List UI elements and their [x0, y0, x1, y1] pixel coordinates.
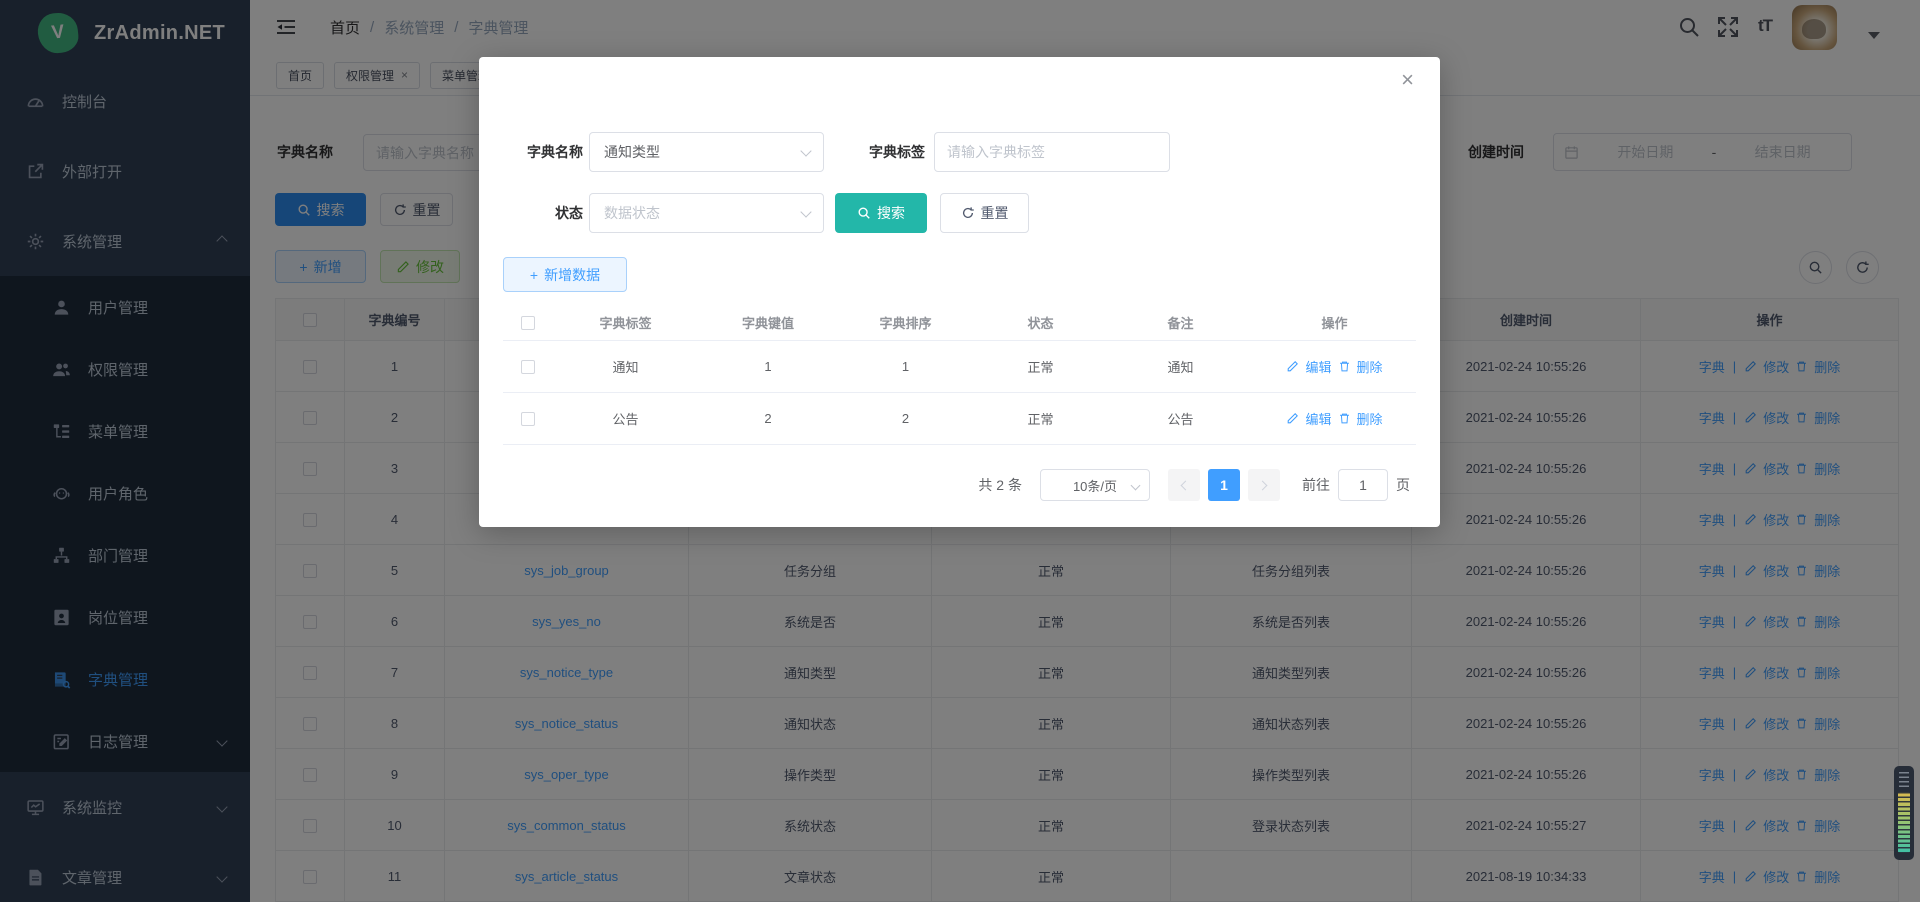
- pencil-icon: [1286, 360, 1299, 373]
- dict-sort-cell: 1: [838, 340, 973, 392]
- col-actions: 操作: [1253, 305, 1416, 340]
- col-dict-value: 字典键值: [698, 305, 838, 340]
- dict-value-cell: 2: [698, 392, 838, 444]
- next-page-button[interactable]: [1248, 469, 1280, 501]
- select-all-header: [503, 305, 553, 340]
- dialog-dict-label-input[interactable]: [934, 132, 1170, 172]
- chevron-right-icon: [1258, 480, 1268, 490]
- dialog-table-header-row: 字典标签 字典键值 字典排序 状态 备注 操作: [503, 305, 1416, 340]
- app-root: V ZrAdmin.NET 控制台 外部打开 系统管理 用户管理: [0, 0, 1920, 902]
- pagination-total: 共 2 条: [978, 475, 1022, 495]
- search-icon: [857, 206, 871, 220]
- dialog-search-label: 搜索: [877, 203, 905, 223]
- selected-value: 通知类型: [604, 142, 660, 162]
- row-checkbox[interactable]: [521, 412, 535, 426]
- scroll-indicator-stripes: [1898, 792, 1910, 853]
- scroll-indicator-dashes: [1899, 772, 1909, 788]
- page-size-value: 10条/页: [1073, 476, 1117, 495]
- scroll-indicator[interactable]: [1894, 766, 1914, 860]
- trash-icon: [1338, 360, 1351, 373]
- dialog-table-row: 通知 1 1 正常 通知 编辑 删除: [503, 340, 1416, 392]
- dialog-status-label: 状态: [503, 193, 583, 233]
- goto-page-input[interactable]: [1338, 469, 1388, 501]
- chevron-down-icon: [1131, 481, 1141, 491]
- dict-data-dialog: × 字典名称 通知类型 字典标签 状态 数据状态 搜索 重置 + 新增数据: [479, 57, 1440, 527]
- page-unit-label: 页: [1396, 475, 1410, 495]
- dialog-table-row: 公告 2 2 正常 公告 编辑 删除: [503, 392, 1416, 444]
- chevron-down-icon: [800, 206, 811, 217]
- dict-value-cell: 1: [698, 340, 838, 392]
- dialog-add-data-button[interactable]: + 新增数据: [503, 257, 627, 292]
- row-checkbox[interactable]: [521, 360, 535, 374]
- pencil-icon: [1286, 412, 1299, 425]
- dialog-reset-button[interactable]: 重置: [940, 193, 1029, 233]
- current-page-button[interactable]: 1: [1208, 469, 1240, 501]
- page-size-select[interactable]: 10条/页: [1040, 469, 1150, 501]
- col-remark: 备注: [1108, 305, 1253, 340]
- goto-label: 前往: [1302, 475, 1330, 495]
- dialog-dict-name-select[interactable]: 通知类型: [589, 132, 824, 172]
- dialog-pagination: 共 2 条 10条/页 1 前往 页: [503, 469, 1410, 501]
- dialog-search-button[interactable]: 搜索: [835, 193, 927, 233]
- remark-cell: 公告: [1108, 392, 1253, 444]
- dialog-dict-label-label: 字典标签: [845, 132, 925, 172]
- dict-label-cell: 通知: [553, 340, 698, 392]
- status-cell: 正常: [973, 340, 1108, 392]
- close-icon[interactable]: ×: [1401, 69, 1414, 91]
- status-cell: 正常: [973, 392, 1108, 444]
- dict-sort-cell: 2: [838, 392, 973, 444]
- chevron-left-icon: [1181, 480, 1191, 490]
- col-status: 状态: [973, 305, 1108, 340]
- dialog-dict-name-label: 字典名称: [503, 132, 583, 172]
- col-dict-sort: 字典排序: [838, 305, 973, 340]
- remark-cell: 通知: [1108, 340, 1253, 392]
- select-placeholder: 数据状态: [604, 203, 660, 223]
- dialog-add-data-label: 新增数据: [544, 265, 600, 285]
- dict-data-table: 字典标签 字典键值 字典排序 状态 备注 操作 通知 1 1 正常 通知 编辑删…: [503, 305, 1416, 445]
- dialog-reset-label: 重置: [981, 203, 1009, 223]
- plus-icon: +: [530, 267, 538, 283]
- chevron-down-icon: [800, 145, 811, 156]
- edit-link[interactable]: 编辑: [1305, 409, 1331, 428]
- col-dict-label: 字典标签: [553, 305, 698, 340]
- prev-page-button[interactable]: [1168, 469, 1200, 501]
- edit-link[interactable]: 编辑: [1305, 357, 1331, 376]
- dict-label-cell: 公告: [553, 392, 698, 444]
- dialog-status-select[interactable]: 数据状态: [589, 193, 824, 233]
- trash-icon: [1338, 412, 1351, 425]
- delete-link[interactable]: 删除: [1357, 409, 1383, 428]
- refresh-icon: [961, 206, 975, 220]
- delete-link[interactable]: 删除: [1357, 357, 1383, 376]
- select-all-checkbox[interactable]: [521, 316, 535, 330]
